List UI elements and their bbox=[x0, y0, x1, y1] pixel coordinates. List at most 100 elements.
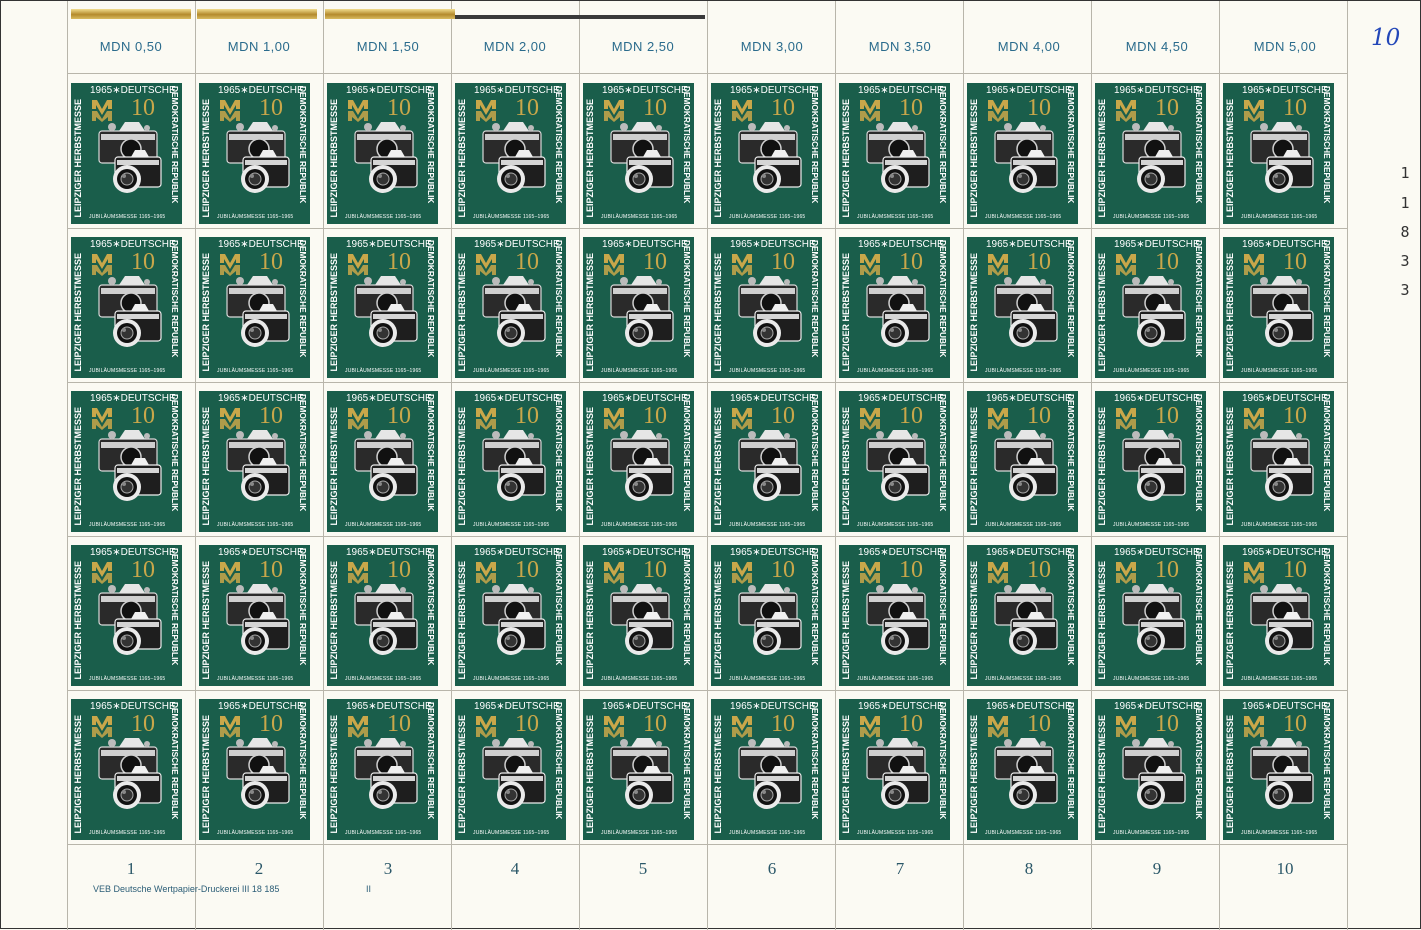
stamp-country-name: DEMOKRATISCHE REPUBLIK bbox=[554, 240, 564, 358]
stamp-country-name: DEMOKRATISCHE REPUBLIK bbox=[682, 240, 692, 358]
camera-icon bbox=[98, 276, 162, 347]
camera-icon bbox=[610, 584, 674, 655]
gold-margin-bar bbox=[325, 9, 455, 19]
camera-icon bbox=[866, 738, 930, 809]
stamp-fair-title: LEIPZIGER HERBSTMESSE bbox=[585, 561, 595, 680]
stamp-fair-title: LEIPZIGER HERBSTMESSE bbox=[585, 407, 595, 526]
stamp: 1965∗DEUTSCHE 10 LEIPZIGER HERBSTMESSE D… bbox=[967, 237, 1078, 378]
stamp-jubilee-text: JUBILÄUMSMESSE 1165–1965 bbox=[345, 830, 422, 836]
margin-rule bbox=[455, 15, 705, 19]
camera-icon bbox=[1122, 584, 1186, 655]
stamp-country-name: DEMOKRATISCHE REPUBLIK bbox=[1066, 240, 1076, 358]
perforation-line bbox=[1219, 1, 1220, 930]
stamp-country-name: DEMOKRATISCHE REPUBLIK bbox=[554, 394, 564, 512]
camera-icon bbox=[98, 430, 162, 501]
camera-icon bbox=[610, 430, 674, 501]
camera-icon bbox=[1250, 430, 1314, 501]
stamp-jubilee-text: JUBILÄUMSMESSE 1165–1965 bbox=[217, 522, 294, 528]
stamp: 1965∗DEUTSCHE 10 LEIPZIGER HERBSTMESSE D… bbox=[967, 83, 1078, 224]
stamp-country-name: DEMOKRATISCHE REPUBLIK bbox=[554, 702, 564, 820]
stamp-jubilee-text: JUBILÄUMSMESSE 1165–1965 bbox=[857, 368, 934, 374]
stamp: 1965∗DEUTSCHE 10 LEIPZIGER HERBSTMESSE D… bbox=[839, 699, 950, 840]
perforation-line bbox=[323, 1, 324, 930]
stamp-jubilee-text: JUBILÄUMSMESSE 1165–1965 bbox=[729, 676, 806, 682]
stamp-fair-title: LEIPZIGER HERBSTMESSE bbox=[1225, 253, 1235, 372]
stamp-fair-title: LEIPZIGER HERBSTMESSE bbox=[1097, 407, 1107, 526]
control-number-digit: 3 bbox=[1400, 281, 1410, 299]
stamp-fair-title: LEIPZIGER HERBSTMESSE bbox=[1097, 99, 1107, 218]
stamp: 1965∗DEUTSCHE 10 LEIPZIGER HERBSTMESSE D… bbox=[455, 237, 566, 378]
perforation-line bbox=[195, 1, 196, 930]
stamp-jubilee-text: JUBILÄUMSMESSE 1165–1965 bbox=[1113, 830, 1190, 836]
perforation-line bbox=[963, 1, 964, 930]
camera-icon bbox=[610, 122, 674, 193]
stamp-fair-title: LEIPZIGER HERBSTMESSE bbox=[713, 99, 723, 218]
value-label: MDN 5,00 bbox=[1253, 39, 1317, 54]
stamp-jubilee-text: JUBILÄUMSMESSE 1165–1965 bbox=[985, 830, 1062, 836]
stamp-jubilee-text: JUBILÄUMSMESSE 1165–1965 bbox=[601, 214, 678, 220]
stamp-fair-title: LEIPZIGER HERBSTMESSE bbox=[73, 407, 83, 526]
camera-icon bbox=[738, 738, 802, 809]
camera-icon bbox=[1250, 122, 1314, 193]
camera-icon bbox=[482, 276, 546, 347]
stamp-country-name: DEMOKRATISCHE REPUBLIK bbox=[1322, 240, 1332, 358]
column-number: 1 bbox=[126, 859, 136, 878]
stamp-sheet: MDN 0,50 MDN 1,00 MDN 1,50 MDN 2,00 MDN 2,50… bbox=[0, 0, 1421, 930]
stamp-country-name: DEMOKRATISCHE REPUBLIK bbox=[1066, 548, 1076, 666]
stamp-fair-title: LEIPZIGER HERBSTMESSE bbox=[1225, 407, 1235, 526]
camera-icon bbox=[354, 276, 418, 347]
stamp-jubilee-text: JUBILÄUMSMESSE 1165–1965 bbox=[601, 676, 678, 682]
stamp: 1965∗DEUTSCHE 10 LEIPZIGER HERBSTMESSE D… bbox=[711, 545, 822, 686]
stamp: 1965∗DEUTSCHE 10 LEIPZIGER HERBSTMESSE D… bbox=[1095, 83, 1206, 224]
stamp: 1965∗DEUTSCHE 10 LEIPZIGER HERBSTMESSE D… bbox=[583, 237, 694, 378]
stamp: 1965∗DEUTSCHE 10 LEIPZIGER HERBSTMESSE D… bbox=[839, 391, 950, 532]
value-label: MDN 1,00 bbox=[227, 39, 291, 54]
stamp: 1965∗DEUTSCHE 10 LEIPZIGER HERBSTMESSE D… bbox=[967, 391, 1078, 532]
stamp: 1965∗DEUTSCHE 10 LEIPZIGER HERBSTMESSE D… bbox=[711, 699, 822, 840]
column-number: 6 bbox=[767, 859, 777, 878]
camera-icon bbox=[1122, 276, 1186, 347]
stamp-country-name: DEMOKRATISCHE REPUBLIK bbox=[810, 240, 820, 358]
stamp: 1965∗DEUTSCHE 10 LEIPZIGER HERBSTMESSE D… bbox=[71, 699, 182, 840]
control-number-digit: 3 bbox=[1400, 252, 1410, 270]
stamp: 1965∗DEUTSCHE 10 LEIPZIGER HERBSTMESSE D… bbox=[839, 237, 950, 378]
stamp: 1965∗DEUTSCHE 10 LEIPZIGER HERBSTMESSE D… bbox=[583, 391, 694, 532]
stamp: 1965∗DEUTSCHE 10 LEIPZIGER HERBSTMESSE D… bbox=[327, 391, 438, 532]
column-number: 3 bbox=[383, 859, 393, 878]
stamp-country-name: DEMOKRATISCHE REPUBLIK bbox=[298, 86, 308, 204]
stamp-country-name: DEMOKRATISCHE REPUBLIK bbox=[170, 86, 180, 204]
stamp-fair-title: LEIPZIGER HERBSTMESSE bbox=[841, 253, 851, 372]
camera-icon bbox=[98, 122, 162, 193]
stamp: 1965∗DEUTSCHE 10 LEIPZIGER HERBSTMESSE D… bbox=[327, 699, 438, 840]
stamp-jubilee-text: JUBILÄUMSMESSE 1165–1965 bbox=[1241, 368, 1318, 374]
camera-icon bbox=[994, 122, 1058, 193]
stamp-jubilee-text: JUBILÄUMSMESSE 1165–1965 bbox=[345, 676, 422, 682]
gold-margin-bar bbox=[71, 9, 191, 19]
camera-icon bbox=[98, 584, 162, 655]
stamp-country-name: DEMOKRATISCHE REPUBLIK bbox=[426, 394, 436, 512]
stamp: 1965∗DEUTSCHE 10 LEIPZIGER HERBSTMESSE D… bbox=[839, 83, 950, 224]
stamp: 1965∗DEUTSCHE 10 LEIPZIGER HERBSTMESSE D… bbox=[711, 237, 822, 378]
stamp-fair-title: LEIPZIGER HERBSTMESSE bbox=[457, 561, 467, 680]
stamp: 1965∗DEUTSCHE 10 LEIPZIGER HERBSTMESSE D… bbox=[1095, 391, 1206, 532]
stamp-fair-title: LEIPZIGER HERBSTMESSE bbox=[329, 715, 339, 834]
camera-icon bbox=[98, 738, 162, 809]
stamp-jubilee-text: JUBILÄUMSMESSE 1165–1965 bbox=[601, 522, 678, 528]
stamp: 1965∗DEUTSCHE 10 LEIPZIGER HERBSTMESSE D… bbox=[583, 83, 694, 224]
stamp-country-name: DEMOKRATISCHE REPUBLIK bbox=[170, 548, 180, 666]
stamp-country-name: DEMOKRATISCHE REPUBLIK bbox=[426, 86, 436, 204]
column-number: 2 bbox=[254, 859, 264, 878]
stamp: 1965∗DEUTSCHE 10 LEIPZIGER HERBSTMESSE D… bbox=[71, 83, 182, 224]
stamp: 1965∗DEUTSCHE 10 LEIPZIGER HERBSTMESSE D… bbox=[455, 545, 566, 686]
stamp-jubilee-text: JUBILÄUMSMESSE 1165–1965 bbox=[1241, 830, 1318, 836]
stamp-jubilee-text: JUBILÄUMSMESSE 1165–1965 bbox=[473, 676, 550, 682]
stamp-jubilee-text: JUBILÄUMSMESSE 1165–1965 bbox=[1241, 522, 1318, 528]
stamp: 1965∗DEUTSCHE 10 LEIPZIGER HERBSTMESSE D… bbox=[1223, 545, 1334, 686]
stamp-country-name: DEMOKRATISCHE REPUBLIK bbox=[1066, 702, 1076, 820]
stamp-country-name: DEMOKRATISCHE REPUBLIK bbox=[1066, 86, 1076, 204]
stamp: 1965∗DEUTSCHE 10 LEIPZIGER HERBSTMESSE D… bbox=[199, 237, 310, 378]
stamp-country-name: DEMOKRATISCHE REPUBLIK bbox=[1194, 548, 1204, 666]
stamp-jubilee-text: JUBILÄUMSMESSE 1165–1965 bbox=[857, 522, 934, 528]
stamp-jubilee-text: JUBILÄUMSMESSE 1165–1965 bbox=[345, 214, 422, 220]
stamp-country-name: DEMOKRATISCHE REPUBLIK bbox=[1194, 240, 1204, 358]
